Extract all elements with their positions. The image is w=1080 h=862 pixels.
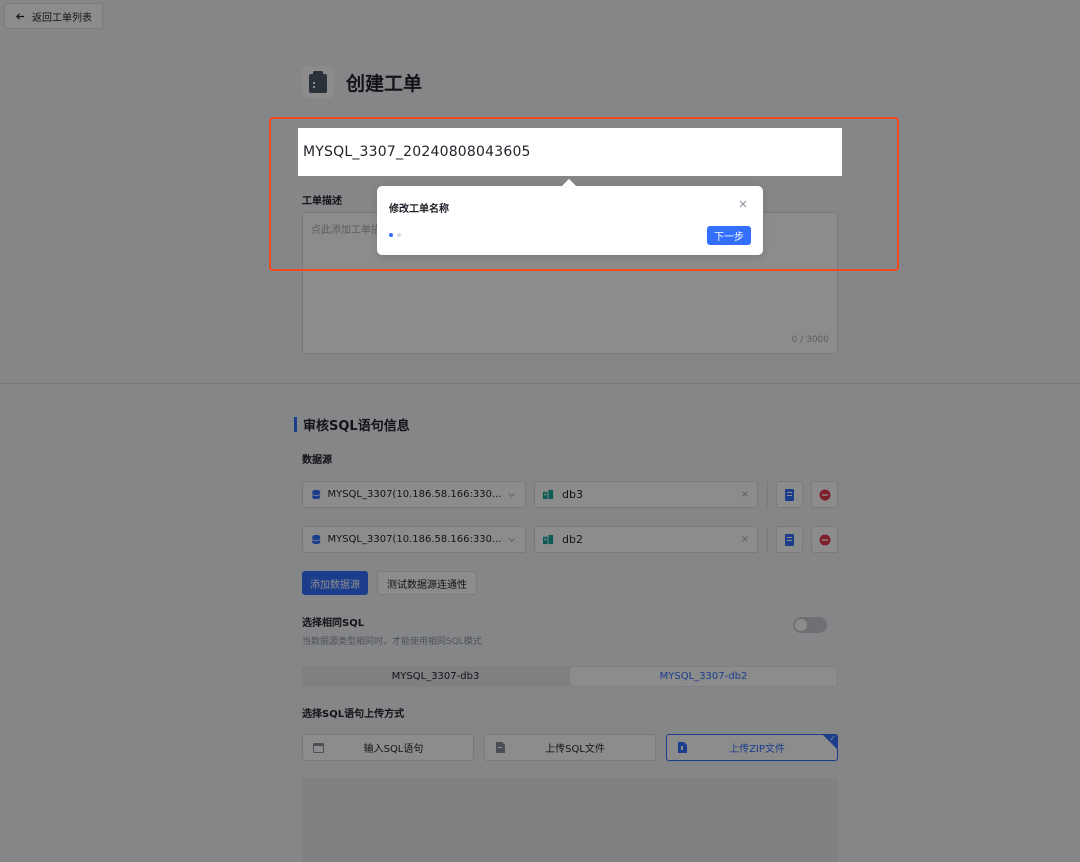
datasource-value: MYSQL_3307(10.186.58.166:330...: [327, 489, 502, 500]
document-icon: [785, 533, 794, 546]
file-icon: [496, 742, 505, 753]
add-datasource-button[interactable]: 添加数据源: [302, 571, 368, 595]
upload-option-sql-file[interactable]: 上传SQL文件: [484, 734, 656, 761]
divider: [767, 481, 768, 508]
chevron-down-icon: [509, 492, 516, 497]
view-doc-button[interactable]: [776, 481, 803, 508]
editor-icon: [313, 742, 324, 753]
tooltip-title: 修改工单名称: [389, 204, 449, 215]
back-to-list-button[interactable]: 返回工单列表: [4, 3, 103, 29]
datasource-select[interactable]: MYSQL_3307(10.186.58.166:330...: [302, 526, 526, 553]
character-count: 0 / 3000: [791, 335, 829, 345]
back-label: 返回工单列表: [32, 12, 92, 24]
schema-icon: [543, 534, 554, 545]
upload-option-input-sql[interactable]: 输入SQL语句: [302, 734, 474, 761]
tab-db3[interactable]: MYSQL_3307-db3: [302, 666, 569, 687]
datasource-value: MYSQL_3307(10.186.58.166:330...: [327, 534, 502, 545]
upload-option-label: 上传SQL文件: [545, 744, 605, 755]
datasource-tabs: MYSQL_3307-db3 MYSQL_3307-db2: [302, 666, 838, 687]
datasource-select[interactable]: MYSQL_3307(10.186.58.166:330...: [302, 481, 526, 508]
clear-icon[interactable]: ×: [741, 489, 749, 500]
same-sql-toggle[interactable]: [793, 617, 827, 633]
sql-upload-area[interactable]: [302, 778, 838, 862]
section-accent-bar: [294, 417, 297, 432]
remove-datasource-button[interactable]: [811, 526, 838, 553]
upload-option-label: 上传ZIP文件: [729, 744, 785, 755]
database-icon: [311, 489, 321, 500]
divider: [767, 526, 768, 553]
clear-icon[interactable]: ×: [741, 534, 749, 545]
page-title: 创建工单: [346, 72, 423, 95]
page-header: 创建工单: [302, 66, 422, 98]
chevron-down-icon: [509, 537, 516, 542]
tab-db2[interactable]: MYSQL_3307-db2: [570, 667, 837, 686]
close-icon[interactable]: [737, 198, 749, 210]
top-bar: 返回工单列表: [0, 0, 1080, 36]
arrow-left-icon: [15, 12, 25, 20]
same-sql-label: 选择相同SQL: [302, 618, 365, 629]
toggle-knob: [795, 619, 807, 631]
minus-circle-icon: [819, 534, 830, 545]
datasource-label: 数据源: [302, 455, 332, 466]
remove-datasource-button[interactable]: [811, 481, 838, 508]
database-value: db3: [562, 488, 583, 501]
clipboard-icon: [302, 66, 334, 98]
schema-icon: [543, 489, 554, 500]
check-icon: ✓: [829, 734, 836, 743]
upload-option-label: 输入SQL语句: [363, 744, 424, 755]
database-icon: [311, 534, 321, 545]
tour-tooltip: 修改工单名称 下一步: [377, 178, 763, 255]
database-select[interactable]: db2 ×: [534, 526, 758, 553]
next-step-button[interactable]: 下一步: [707, 226, 751, 245]
step-dot: [397, 233, 401, 237]
minus-circle-icon: [819, 489, 830, 500]
document-icon: [785, 488, 794, 501]
zip-file-icon: [678, 742, 687, 753]
section-title: 审核SQL语句信息: [294, 415, 410, 434]
test-connection-button[interactable]: 测试数据源连通性: [377, 571, 477, 595]
view-doc-button[interactable]: [776, 526, 803, 553]
database-value: db2: [562, 533, 583, 546]
step-indicator: [389, 233, 401, 237]
upload-option-zip-file[interactable]: 上传ZIP文件 ✓: [666, 734, 838, 761]
upload-method-label: 选择SQL语句上传方式: [302, 709, 405, 720]
step-dot-active: [389, 233, 393, 237]
same-sql-hint: 当数据源类型相同时，才能使用相同SQL模式: [302, 637, 482, 647]
database-select[interactable]: db3 ×: [534, 481, 758, 508]
section-title-text: 审核SQL语句信息: [303, 419, 410, 434]
